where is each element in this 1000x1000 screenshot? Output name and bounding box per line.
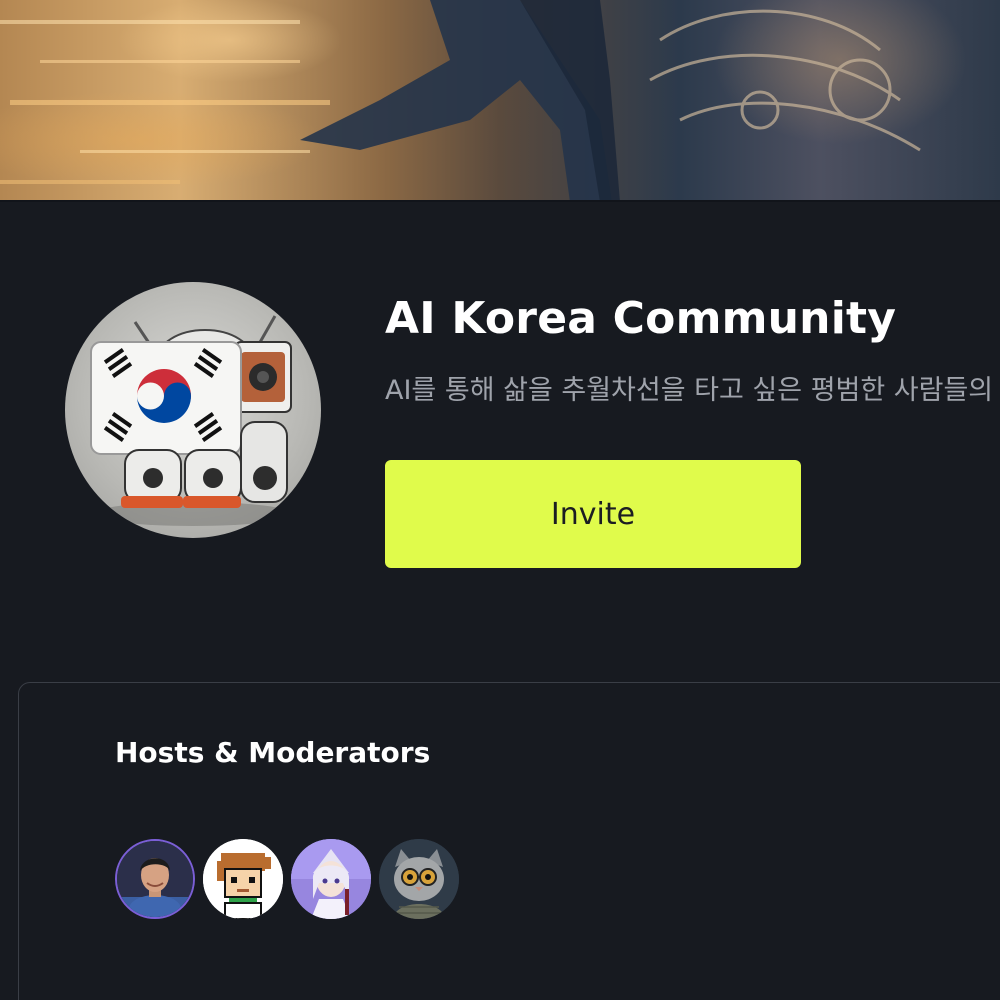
- community-description: AI를 통해 삶을 추월차선을 타고 싶은 평범한 사람들의 커뮤니티: [385, 375, 1000, 406]
- community-avatar: [65, 282, 321, 538]
- pixel-art-character-icon: [203, 839, 283, 919]
- banner-illustration: [0, 0, 1000, 202]
- host-avatar-2[interactable]: [203, 839, 283, 919]
- cat-with-glasses-icon: [379, 839, 459, 919]
- photo-man-icon: [117, 841, 193, 917]
- community-title: AI Korea Community: [385, 293, 897, 344]
- host-avatar-1[interactable]: [115, 839, 195, 919]
- hosts-title: Hosts & Moderators: [115, 736, 431, 769]
- robot-korean-flag-icon: [90, 315, 293, 526]
- host-avatar-4[interactable]: [379, 839, 459, 919]
- community-page: AI Korea Community AI를 통해 삶을 추월차선을 타고 싶은…: [0, 0, 1000, 1000]
- invite-button[interactable]: Invite: [385, 460, 801, 568]
- anime-character-icon: [291, 839, 371, 919]
- host-avatar-3[interactable]: [291, 839, 371, 919]
- cover-banner-image: [0, 0, 1000, 202]
